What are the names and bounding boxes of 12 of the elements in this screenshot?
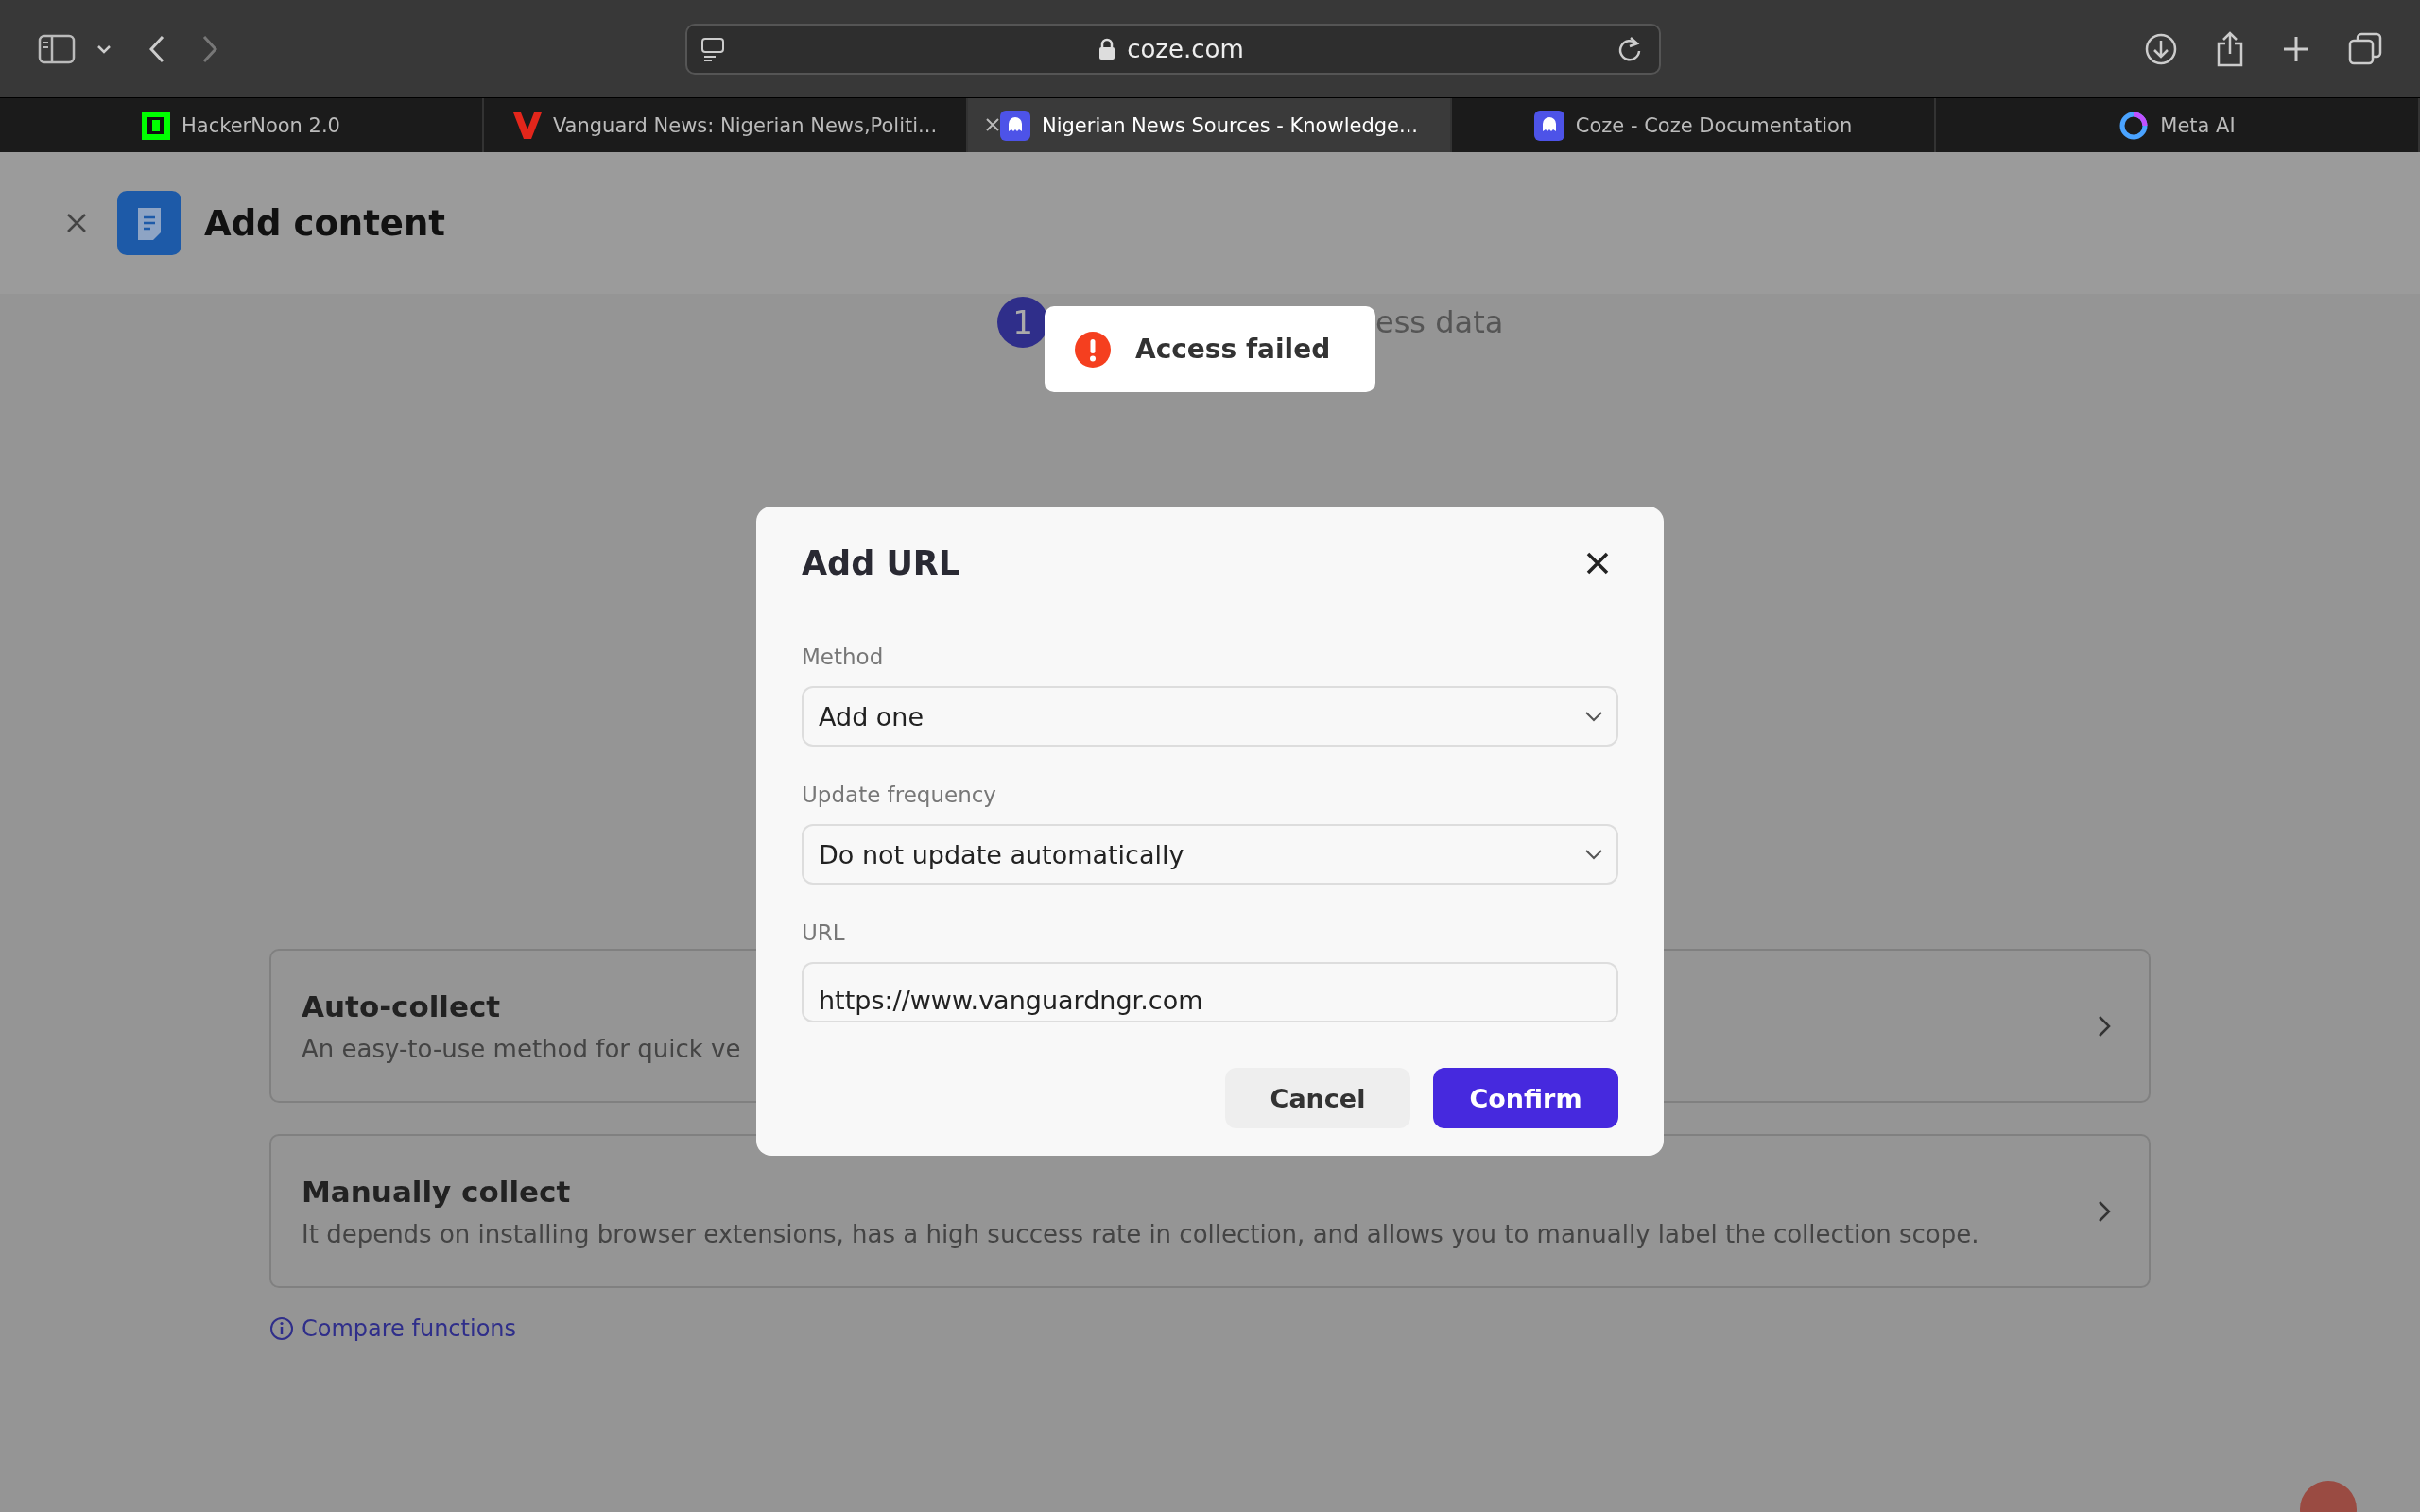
- page-title: Add content: [204, 202, 445, 244]
- toast-message: Access failed: [1135, 334, 1331, 365]
- field-label: Update frequency: [802, 782, 997, 807]
- option-title: Auto-collect: [302, 988, 502, 1023]
- option-description: It depends on installing browser extensions, has a high success rate in collection, and allows you to manually label the collection scope.: [302, 1219, 1979, 1248]
- field-label: Method: [802, 644, 885, 669]
- step-label: ess data: [1375, 304, 1504, 340]
- option-description: An easy-to-use method for quick ve: [302, 1034, 741, 1063]
- option-title: Manually collect: [302, 1174, 572, 1209]
- url-text: coze.com: [1127, 34, 1244, 63]
- dialog-title: Add URL: [802, 544, 960, 582]
- field-label: URL: [802, 920, 846, 945]
